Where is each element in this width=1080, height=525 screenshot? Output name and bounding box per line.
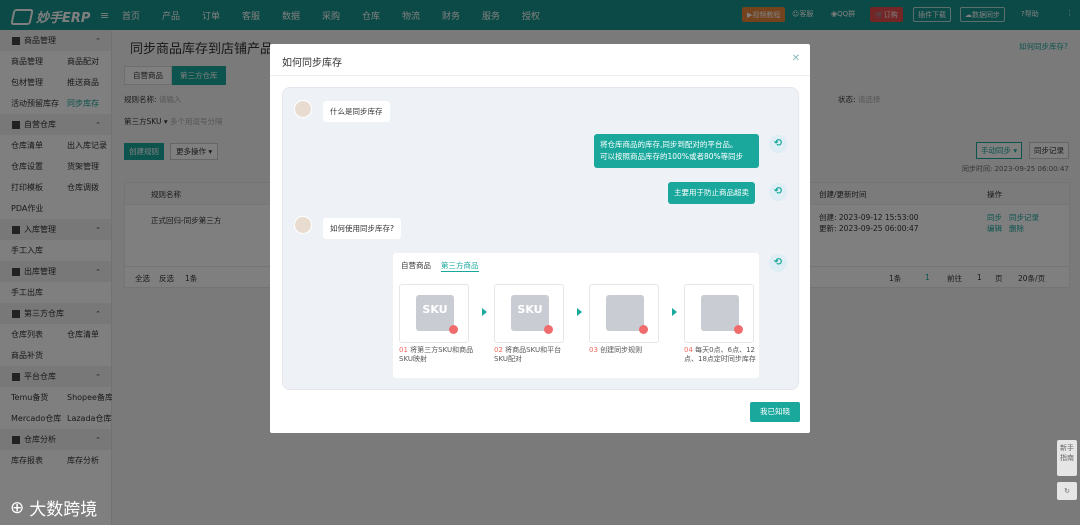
step-1-text: 01 将第三方SKU和商品SKU映射 — [399, 346, 474, 363]
sku-icon: SKU — [416, 295, 458, 334]
answer-bubble-2: 主要用于防止商品超卖 — [668, 182, 755, 204]
user-avatar — [294, 216, 312, 234]
step-4-card — [684, 284, 754, 343]
bot-avatar-icon: ⟲ — [769, 135, 787, 153]
steps-card: 自营商品 第三方商品 SKU 01 将第三方SKU和商品SKU映射 SKU 02 将商品… — [393, 253, 759, 378]
arrow-right-icon — [482, 308, 487, 316]
card-tab-own[interactable]: 自营商品 — [401, 260, 431, 272]
watermark: ⊕ 大数跨境 — [10, 497, 98, 521]
answer-bubble-1: 将仓库商品的库存,同步到配对的平台品。 可以按照商品库存的100%或者80%等同步 — [594, 134, 759, 168]
watermark-logo-icon: ⊕ — [10, 497, 25, 518]
modal-header: 如何同步库存 ✕ — [270, 44, 810, 76]
rule-icon — [606, 295, 648, 334]
acknowledge-button[interactable]: 我已知晓 — [750, 402, 800, 422]
bot-avatar-icon: ⟲ — [769, 254, 787, 272]
refresh-icon[interactable]: ↻ — [1057, 482, 1077, 500]
step-3-text: 03 创建同步规则 — [589, 346, 643, 354]
step-3-card — [589, 284, 659, 343]
bot-avatar-icon: ⟲ — [769, 183, 787, 201]
warehouse-icon — [701, 295, 743, 334]
question-bubble-2: 如何使用同步库存? — [323, 218, 401, 239]
card-tab-third-party[interactable]: 第三方商品 — [441, 260, 479, 272]
sync-help-modal: 如何同步库存 ✕ 什么是同步库存 将仓库商品的库存,同步到配对的平台品。 可以按照商… — [270, 44, 810, 433]
step-2-card: SKU — [494, 284, 564, 343]
question-bubble-1: 什么是同步库存 — [323, 101, 390, 122]
modal-title: 如何同步库存 — [282, 58, 342, 69]
arrow-right-icon — [672, 308, 677, 316]
arrow-right-icon — [577, 308, 582, 316]
user-avatar — [294, 100, 312, 118]
chat-panel: 什么是同步库存 将仓库商品的库存,同步到配对的平台品。 可以按照商品库存的100%… — [282, 87, 799, 390]
step-4-text: 04 每天0点、6点、12点、18点定时同步库存 — [684, 346, 756, 363]
newbie-guide-button[interactable]: 新手指南 — [1057, 440, 1077, 476]
sku-icon: SKU — [511, 295, 553, 334]
step-2-text: 02 将商品SKU和平台SKU配对 — [494, 346, 562, 363]
step-1-card: SKU — [399, 284, 469, 343]
close-icon[interactable]: ✕ — [792, 53, 800, 64]
